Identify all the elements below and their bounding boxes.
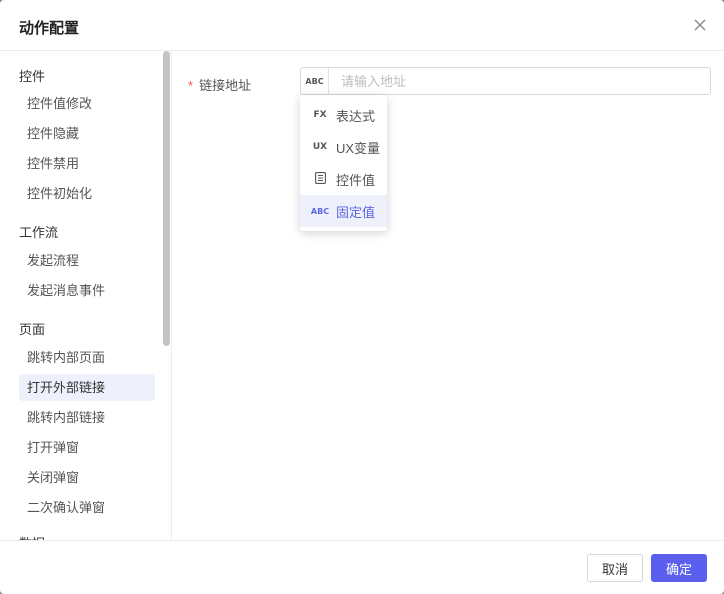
dropdown-item-expression[interactable]: FX 表达式 [300,99,387,131]
sidebar-item-control-init[interactable]: 控件初始化 [19,180,155,207]
action-config-dialog: 动作配置 控件 控件值修改 控件隐藏 控件禁用 控件初始化 工作流 发起流程 发… [0,0,724,594]
list-icon [308,171,332,187]
dropdown-item-label: UX变量 [336,140,381,156]
dialog-header: 动作配置 [0,0,724,51]
sidebar-item-confirm-popup[interactable]: 二次确认弹窗 [19,494,155,521]
sidebar-group-controls: 控件 [19,69,46,84]
close-button[interactable] [690,15,710,35]
required-mark: * [188,78,194,93]
dropdown-item-ux-variable[interactable]: UX UX变量 [300,131,387,163]
close-icon [694,19,706,31]
sidebar-item-internal-link[interactable]: 跳转内部链接 [19,404,155,431]
value-type-selector[interactable]: ABC [301,68,329,94]
link-address-label: * 链接地址 [188,75,251,94]
sidebar-item-internal-page[interactable]: 跳转内部页面 [19,344,155,371]
sidebar-item-close-popup[interactable]: 关闭弹窗 [19,464,155,491]
sidebar-item-message-event[interactable]: 发起消息事件 [19,277,155,304]
sidebar-item-start-process[interactable]: 发起流程 [19,247,155,274]
dropdown-item-label: 控件值 [336,172,376,188]
sidebar-group-workflow: 工作流 [19,225,59,240]
ux-variable-icon: UX [312,142,328,152]
dropdown-item-fixed-value[interactable]: ABC 固定值 [300,195,387,227]
confirm-button[interactable]: 确定 [651,554,707,582]
dialog-title: 动作配置 [19,20,80,37]
sidebar-group-page: 页面 [19,322,46,337]
sidebar-item-open-popup[interactable]: 打开弹窗 [19,434,155,461]
cancel-button[interactable]: 取消 [587,554,643,582]
expression-icon: FX [313,110,327,120]
config-panel: * 链接地址 ABC [172,51,724,541]
dropdown-item-control-value[interactable]: 控件值 [300,163,387,195]
sidebar-item-control-disable[interactable]: 控件禁用 [19,150,155,177]
sidebar-item-external-link[interactable]: 打开外部链接 [19,374,155,401]
link-address-label-text: 链接地址 [199,78,252,93]
fixed-value-icon: ABC [310,206,330,216]
dialog-footer: 取消 确定 [0,540,724,594]
dropdown-item-label: 固定值 [336,204,376,220]
action-sidebar: 控件 控件值修改 控件隐藏 控件禁用 控件初始化 工作流 发起流程 发起消息事件… [0,51,172,541]
link-address-input-group: ABC [300,67,711,95]
sidebar-item-control-hide[interactable]: 控件隐藏 [19,120,155,147]
value-type-dropdown: FX 表达式 UX UX变量 控件值 ABC 固定值 [300,95,387,231]
sidebar-item-control-value-modify[interactable]: 控件值修改 [19,90,155,117]
sidebar-scrollbar[interactable] [163,51,170,346]
dropdown-item-label: 表达式 [336,108,376,124]
link-address-input[interactable] [331,68,709,94]
